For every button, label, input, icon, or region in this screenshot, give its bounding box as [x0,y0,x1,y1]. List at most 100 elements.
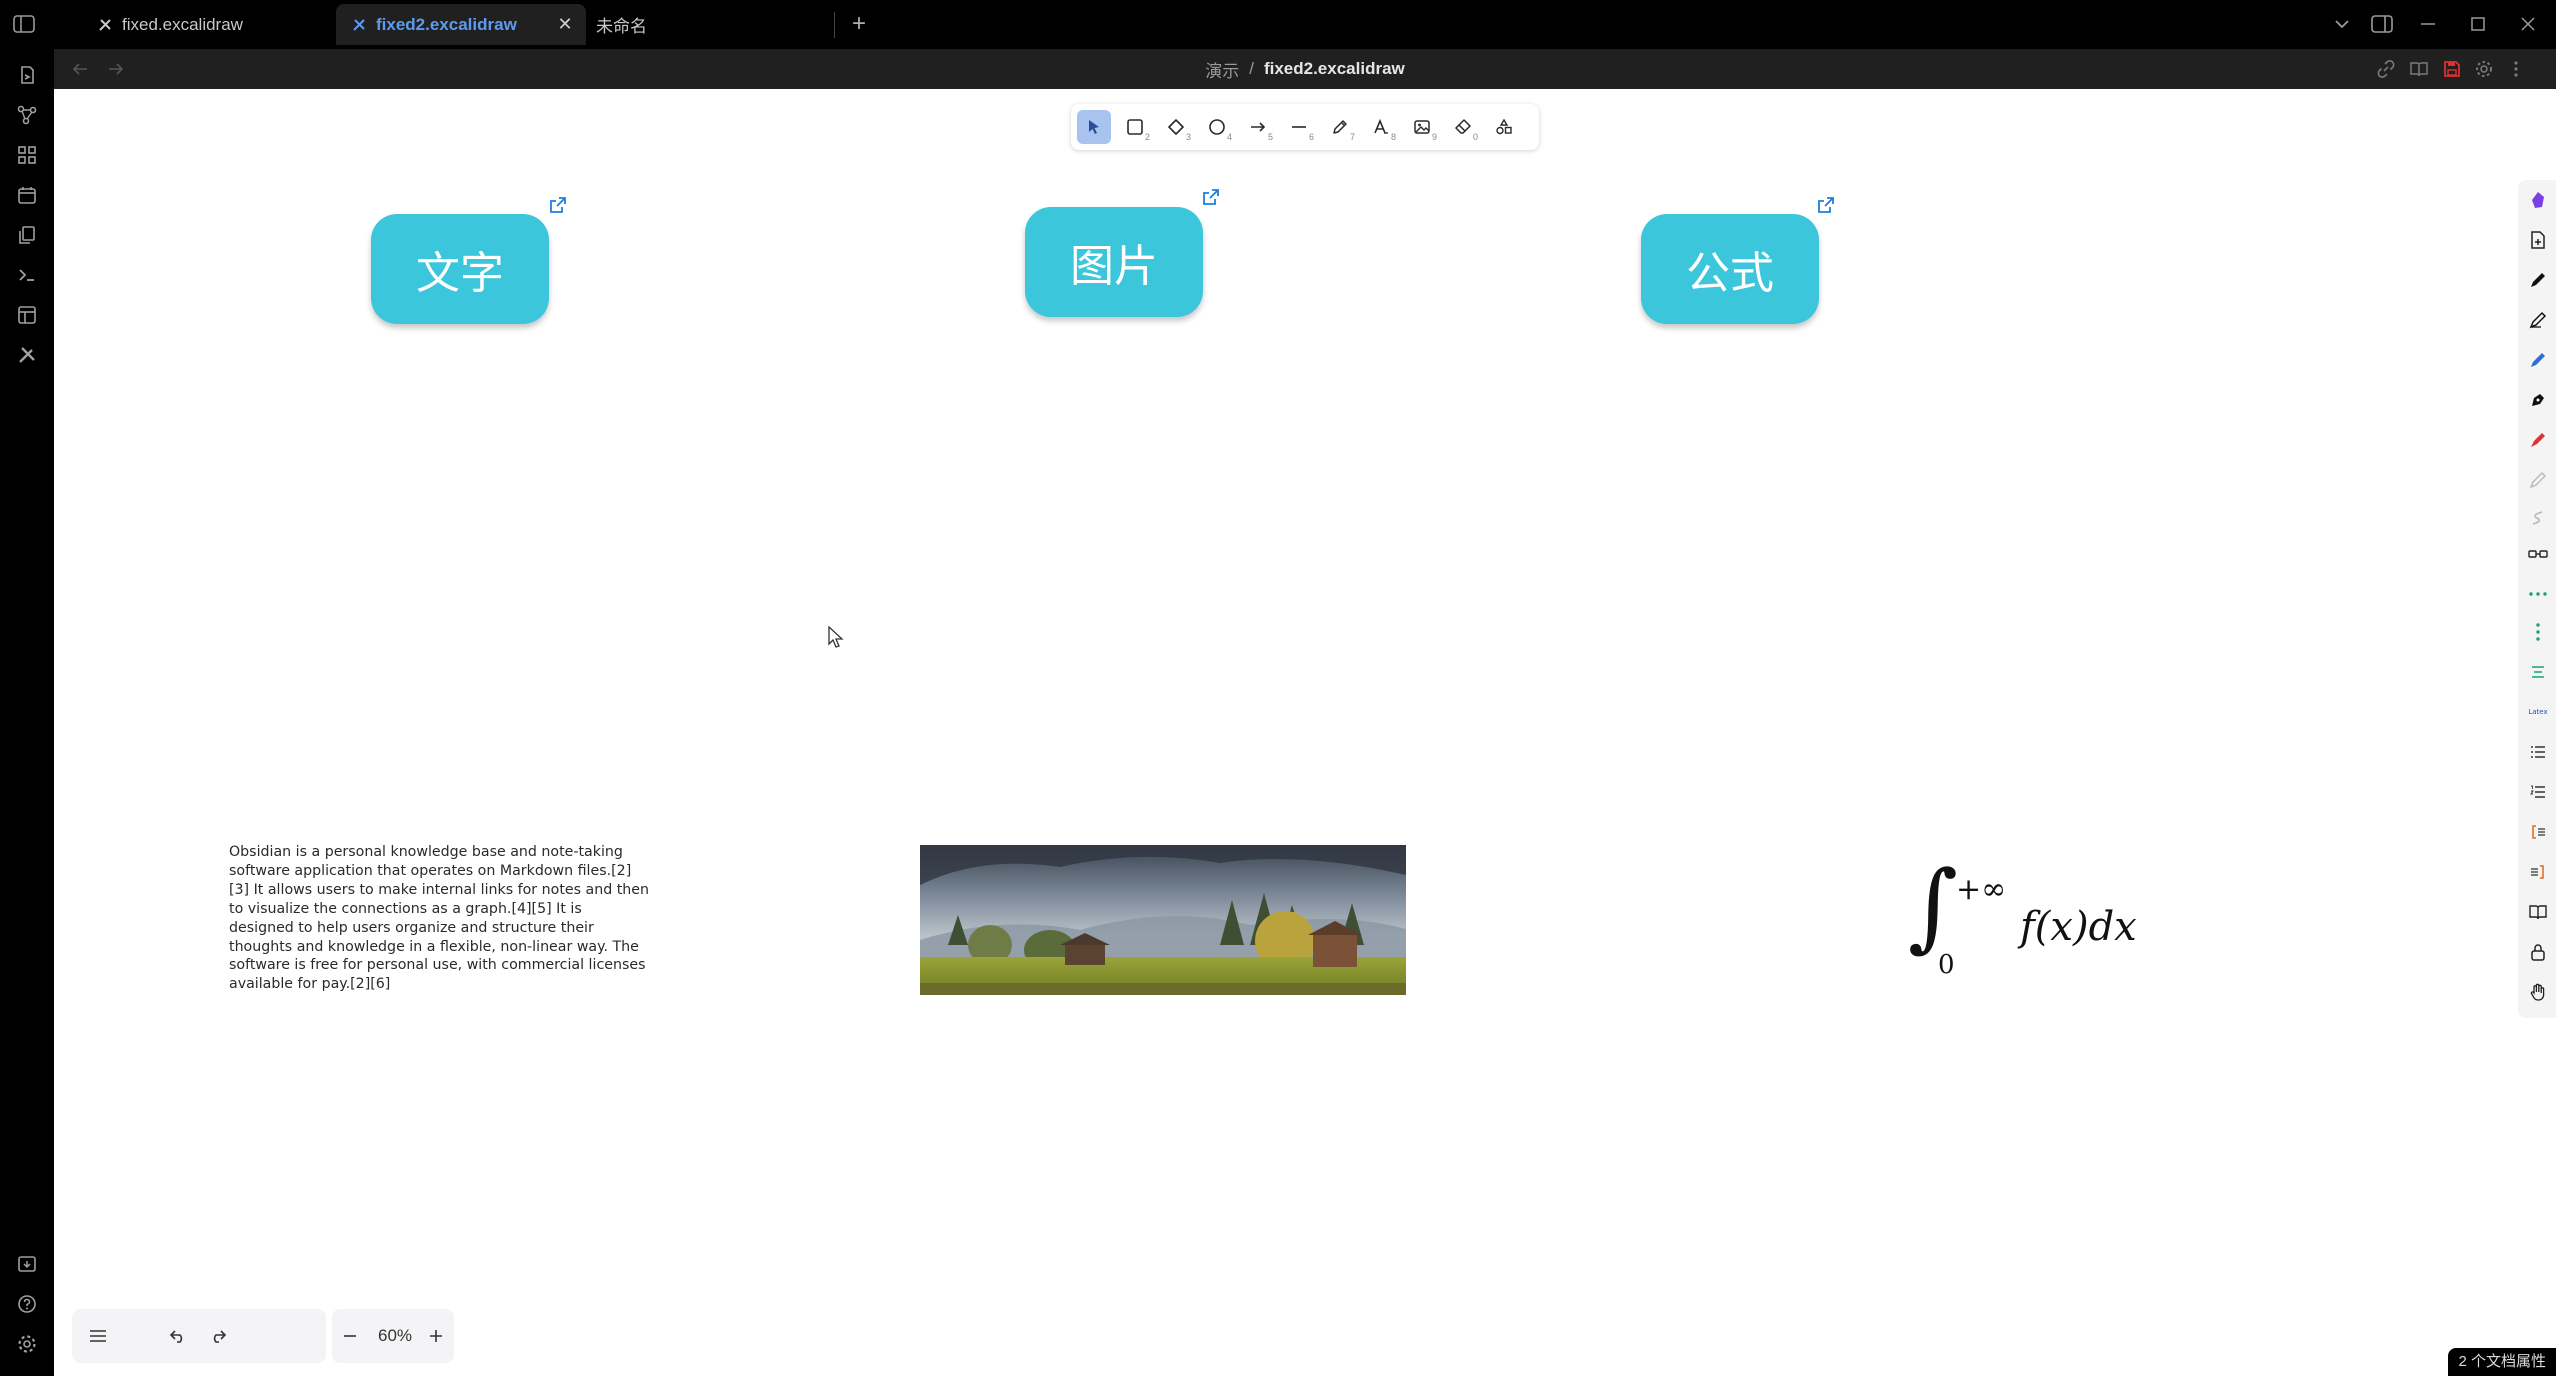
copy-files-icon[interactable] [13,221,41,249]
terminal-icon[interactable] [13,261,41,289]
dots-horizontal-icon[interactable] [2527,583,2549,605]
templates-icon[interactable] [13,301,41,329]
tool-shortcut: 8 [1390,132,1396,142]
external-link-icon[interactable] [548,195,568,215]
book-icon[interactable] [2527,901,2549,923]
tab-label: fixed.excalidraw [122,14,243,34]
undo-button[interactable] [162,1320,194,1352]
tab-untitled[interactable]: 未命名 [586,4,836,45]
landscape-image[interactable] [920,845,1406,995]
external-link-icon[interactable] [1816,195,1836,215]
dots-vertical-icon[interactable] [2527,621,2549,643]
sidebar-toggle-icon[interactable] [12,12,36,36]
tab-fixed[interactable]: fixed.excalidraw [82,4,332,45]
glasses-icon[interactable] [2527,543,2549,565]
card-formula[interactable]: 公式 [1641,214,1819,324]
tool-shortcut: 5 [1267,132,1273,142]
list-icon[interactable] [2527,741,2549,763]
text-icon [1374,118,1388,134]
pen-light-icon[interactable] [2527,469,2549,491]
numbered-list-icon[interactable] [2527,781,2549,803]
tool-shortcut: 4 [1226,132,1232,142]
graph-view-icon[interactable] [13,101,41,129]
breadcrumb-file[interactable]: fixed2.excalidraw [1264,59,1405,79]
calendar-icon[interactable] [13,181,41,209]
card-image[interactable]: 图片 [1025,207,1203,317]
close-window-icon[interactable] [2516,12,2540,36]
selection-tool[interactable] [1077,110,1111,144]
redo-icon [213,1330,227,1343]
zoom-in-button[interactable] [420,1320,452,1352]
excalidraw-tools-icon[interactable] [13,341,41,369]
redo-button[interactable] [202,1320,234,1352]
close-tab-icon[interactable]: ✕ [556,15,574,33]
diamond-icon [1168,119,1184,135]
pen-blue-icon[interactable] [2527,349,2549,371]
math-formula[interactable]: ∫ +∞ 0 f(x)dx [1908,858,2148,985]
open-quick-switcher-icon[interactable] [13,61,41,89]
tool-shortcut: 3 [1185,132,1191,142]
breadcrumb-folder[interactable]: 演示 [1205,57,1239,82]
plus-icon [430,1330,442,1342]
eraser-tool[interactable]: 0 [1446,110,1480,144]
obsidian-settings-icon[interactable] [2472,57,2496,81]
external-link-icon[interactable] [1201,187,1221,207]
excalidraw-icon [96,16,114,34]
marker-red-icon[interactable] [2527,429,2549,451]
main-menu-button[interactable] [82,1320,114,1352]
integrand: f(x)dx [2020,904,2137,950]
bracket-left-icon[interactable] [2527,821,2549,843]
zoom-out-button[interactable] [334,1320,366,1352]
line-icon [1292,126,1306,128]
fountain-pen-icon[interactable] [2527,389,2549,411]
text-tool[interactable]: 8 [1364,110,1398,144]
tool-shortcut: 0 [1472,132,1478,142]
minimize-icon[interactable] [2416,12,2440,36]
pen-outline-icon[interactable] [2527,309,2549,331]
tab-label: 未命名 [596,17,647,36]
latex-icon[interactable]: Latex [2527,701,2549,723]
pencil-icon [1333,120,1347,134]
tab-list-icon[interactable] [2330,12,2354,36]
align-lines-icon[interactable] [2527,661,2549,683]
tool-shortcut: 9 [1431,132,1437,142]
book-open-icon[interactable] [2407,57,2431,81]
save-icon[interactable] [2440,57,2464,81]
line-tool[interactable]: 6 [1282,110,1316,144]
maximize-icon[interactable] [2466,12,2490,36]
integral-sign: ∫ [1908,850,1959,962]
more-shapes-tool[interactable] [1487,110,1521,144]
arrow-tool[interactable]: 5 [1241,110,1275,144]
squiggle-icon[interactable] [2527,507,2549,529]
diamond-tool[interactable]: 3 [1159,110,1193,144]
vault-switcher-icon[interactable] [13,1250,41,1278]
help-icon[interactable] [13,1290,41,1318]
zoom-level[interactable]: 60% [378,1326,412,1346]
hamburger-icon [90,1330,106,1342]
tab-fixed2[interactable]: fixed2.excalidraw ✕ [336,4,586,45]
lock-icon[interactable] [2527,941,2549,963]
card-text[interactable]: 文字 [371,214,549,324]
status-bar-properties[interactable]: 2 个文档属性 [2448,1348,2556,1376]
more-options-icon[interactable] [2504,57,2528,81]
image-tool[interactable]: 9 [1405,110,1439,144]
new-tab-icon[interactable]: + [847,10,871,37]
hand-pan-icon[interactable] [2527,981,2549,1003]
canvas-grid-icon[interactable] [13,141,41,169]
image-icon [1414,120,1430,134]
rectangle-tool[interactable]: 2 [1118,110,1152,144]
mouse-cursor-icon [828,626,844,648]
bracket-right-icon[interactable] [2527,861,2549,883]
title-bar: fixed.excalidraw fixed2.excalidraw ✕ 未命名… [0,0,2556,49]
obsidian-logo-icon[interactable] [2527,189,2549,211]
obsidian-description-text[interactable]: Obsidian is a personal knowledge base an… [229,843,649,994]
settings-gear-icon[interactable] [13,1330,41,1358]
pen-black-icon[interactable] [2527,269,2549,291]
draw-tool[interactable]: 7 [1323,110,1357,144]
ellipse-icon [1209,119,1225,135]
insert-file-icon[interactable] [2527,229,2549,251]
link-icon[interactable] [2374,57,2398,81]
right-sidebar-toggle-icon[interactable] [2370,12,2394,36]
ellipse-tool[interactable]: 4 [1200,110,1234,144]
tool-shortcut: 6 [1308,132,1314,142]
